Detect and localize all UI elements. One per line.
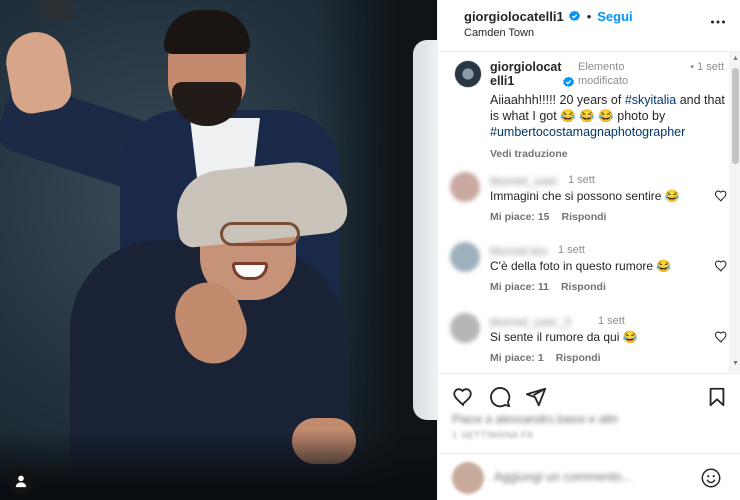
caption-text: Aiiaahhh!!!!! 20 years of #skyitalia and… [490, 93, 725, 139]
comment-likes[interactable]: Mi piace: 11 [490, 281, 549, 293]
header-username[interactable]: giorgiolocatelli1 [464, 9, 564, 24]
avatar [452, 462, 484, 494]
follow-button[interactable]: Segui [597, 9, 632, 24]
comment-time: 1 sett [558, 244, 585, 256]
more-horizontal-icon[interactable] [710, 14, 726, 30]
avatar[interactable] [450, 313, 480, 343]
comment-username[interactable]: blurred.teo [490, 244, 547, 258]
caption-username[interactable]: giorgiolocatelli1 [490, 60, 566, 88]
comment-time: 1 sett [568, 174, 595, 186]
person-back-hair [164, 10, 250, 54]
heart-icon[interactable] [714, 330, 728, 344]
add-comment-input[interactable] [494, 470, 694, 484]
bookmark-icon[interactable] [706, 386, 728, 408]
studio-light [413, 40, 437, 420]
comment-username[interactable]: blurred_user_3 [490, 315, 571, 329]
edited-label: Elemento modificato [578, 61, 629, 87]
avatar[interactable] [450, 172, 480, 202]
verified-badge-icon [563, 76, 574, 88]
post-header: giorgiolocatelli1 • Segui Camden Town [438, 0, 740, 52]
caption-time: • 1 sett [690, 61, 724, 73]
likes-count[interactable]: Piace a alessandro.bassi e altri [452, 412, 618, 426]
comment-icon[interactable] [489, 386, 511, 408]
scroll-down-arrow-icon[interactable]: ▼ [732, 360, 739, 367]
post-side-panel: giorgiolocatelli1 • Segui Camden Town gi… [437, 0, 740, 500]
verified-badge-icon [568, 10, 580, 22]
comment-time: 1 sett [598, 315, 625, 327]
instagram-post-view: giorgiolocatelli1 • Segui Camden Town gi… [0, 0, 740, 500]
comment-username[interactable]: blurred_user [490, 174, 557, 188]
list-item: blurred_user 1 sett Immagini che si poss… [450, 172, 735, 242]
heart-icon[interactable] [452, 386, 474, 408]
scrollbar-thumb[interactable] [732, 68, 739, 164]
post-date: 1 SETTIMANA FA [452, 430, 534, 441]
heart-icon[interactable] [714, 189, 728, 203]
comment-text: Immagini che si possono sentire 😂 [490, 189, 680, 203]
comment-likes[interactable]: Mi piace: 1 [490, 352, 544, 364]
person-front-glasses [220, 222, 300, 246]
list-item: blurred_user_3 1 sett Si sente il rumore… [450, 313, 735, 372]
post-photo[interactable] [0, 0, 437, 500]
scroll-up-arrow-icon[interactable]: ▲ [732, 55, 739, 62]
comments-list[interactable]: giorgiolocatelli1 Elemento modificato • … [438, 52, 740, 372]
reply-button[interactable]: Rispondi [561, 281, 606, 293]
heart-icon[interactable] [714, 259, 728, 273]
reply-button[interactable]: Rispondi [562, 211, 607, 223]
user-tag-button[interactable] [8, 468, 34, 494]
avatar[interactable] [454, 60, 482, 88]
header-separator: • [586, 9, 592, 24]
hashtag-link[interactable]: #skyitalia [625, 93, 676, 107]
location-link[interactable]: Camden Town [464, 27, 534, 39]
avatar[interactable] [450, 242, 480, 272]
hashtag-link[interactable]: #umbertocostamagnaphotographer [490, 125, 685, 139]
see-translation-button[interactable]: Vedi traduzione [490, 148, 728, 160]
comment-text: C'è della foto in questo rumore 😂 [490, 259, 672, 273]
user-icon [15, 475, 27, 488]
reply-button[interactable]: Rispondi [556, 352, 601, 364]
list-item: blurred.teo 1 sett C'è della foto in que… [450, 242, 735, 312]
light-stand [40, 0, 74, 20]
send-icon[interactable] [525, 386, 547, 408]
comment-likes[interactable]: Mi piace: 15 [490, 211, 550, 223]
add-comment-bar [438, 453, 740, 500]
emoji-icon[interactable] [700, 467, 722, 489]
comment-text: Si sente il rumore da qui 😂 [490, 330, 638, 344]
